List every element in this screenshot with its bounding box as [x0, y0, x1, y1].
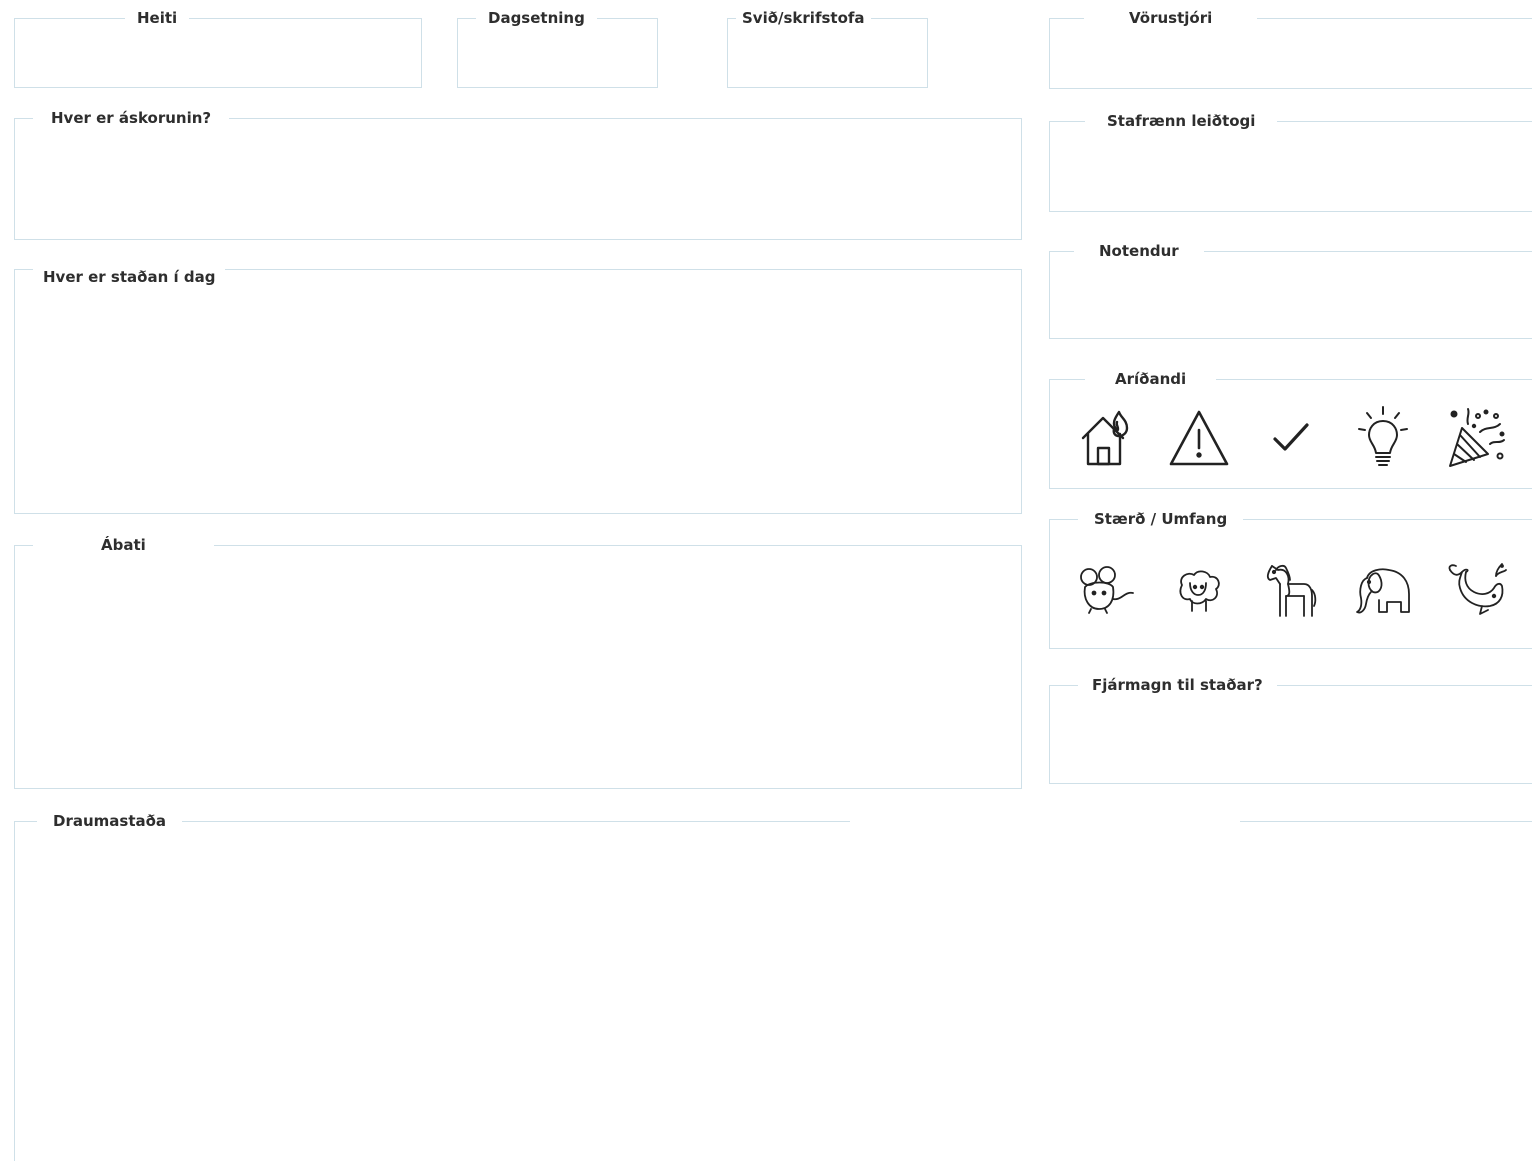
stada-field[interactable]: Hver er staðan í dag: [14, 267, 1022, 514]
draumastada-label: Draumastaða: [37, 811, 183, 831]
stafraenn-field[interactable]: Stafrænn leiðtogi: [1049, 111, 1532, 212]
size-icon-row: [1050, 550, 1532, 630]
dagsetning-field[interactable]: Dagsetning: [457, 8, 658, 88]
draumastada-field[interactable]: Draumastaða: [14, 811, 1532, 1161]
notendur-field[interactable]: Notendur: [1049, 241, 1532, 339]
fjarmagn-input[interactable]: [1058, 702, 1524, 775]
urgency-icon-row: [1050, 398, 1532, 478]
aridandi-label: Aríðandi: [1085, 369, 1217, 389]
heiti-field[interactable]: Heiti: [14, 8, 422, 88]
vorustjori-label: Vörustjóri: [1084, 8, 1258, 28]
draumastada-border-gap: [850, 818, 1240, 826]
notendur-label: Notendur: [1074, 241, 1204, 261]
svid-input[interactable]: [736, 35, 919, 79]
house-fire-icon[interactable]: [1071, 403, 1141, 473]
abati-field[interactable]: Ábati: [14, 535, 1022, 789]
lightbulb-icon[interactable]: [1348, 403, 1418, 473]
warning-triangle-icon[interactable]: [1164, 403, 1234, 473]
heiti-input[interactable]: [23, 35, 413, 79]
draumastada-input[interactable]: [23, 838, 1524, 1153]
mouse-icon[interactable]: [1071, 555, 1141, 625]
horse-icon[interactable]: [1256, 555, 1326, 625]
elephant-icon[interactable]: [1348, 555, 1418, 625]
askorun-label: Hver er áskorunin?: [33, 108, 230, 128]
vorustjori-input[interactable]: [1058, 35, 1524, 80]
askorun-input[interactable]: [23, 135, 1013, 231]
dagsetning-input[interactable]: [466, 35, 649, 79]
stada-label: Hver er staðan í dag: [33, 267, 226, 287]
svid-field[interactable]: Svið/skrifstofa: [727, 8, 928, 88]
abati-input[interactable]: [23, 562, 1013, 780]
askorun-field[interactable]: Hver er áskorunin?: [14, 108, 1022, 240]
fjarmagn-label: Fjármagn til staðar?: [1078, 675, 1277, 695]
whale-icon[interactable]: [1441, 555, 1511, 625]
party-popper-icon[interactable]: [1441, 403, 1511, 473]
staerd-label: Stærð / Umfang: [1078, 509, 1244, 529]
dagsetning-label: Dagsetning: [476, 8, 597, 28]
stada-input[interactable]: [23, 286, 1013, 505]
staerd-field[interactable]: Stærð / Umfang: [1049, 509, 1532, 649]
fjarmagn-field[interactable]: Fjármagn til staðar?: [1049, 675, 1532, 784]
stafraenn-label: Stafrænn leiðtogi: [1085, 111, 1278, 131]
sheep-icon[interactable]: [1164, 555, 1234, 625]
vorustjori-field[interactable]: Vörustjóri: [1049, 8, 1532, 89]
aridandi-field[interactable]: Aríðandi: [1049, 369, 1532, 489]
heiti-label: Heiti: [125, 8, 190, 28]
stafraenn-input[interactable]: [1058, 138, 1524, 203]
checkmark-icon[interactable]: [1256, 403, 1326, 473]
svid-label: Svið/skrifstofa: [736, 8, 871, 28]
abati-label: Ábati: [33, 535, 214, 555]
notendur-input[interactable]: [1058, 268, 1524, 330]
